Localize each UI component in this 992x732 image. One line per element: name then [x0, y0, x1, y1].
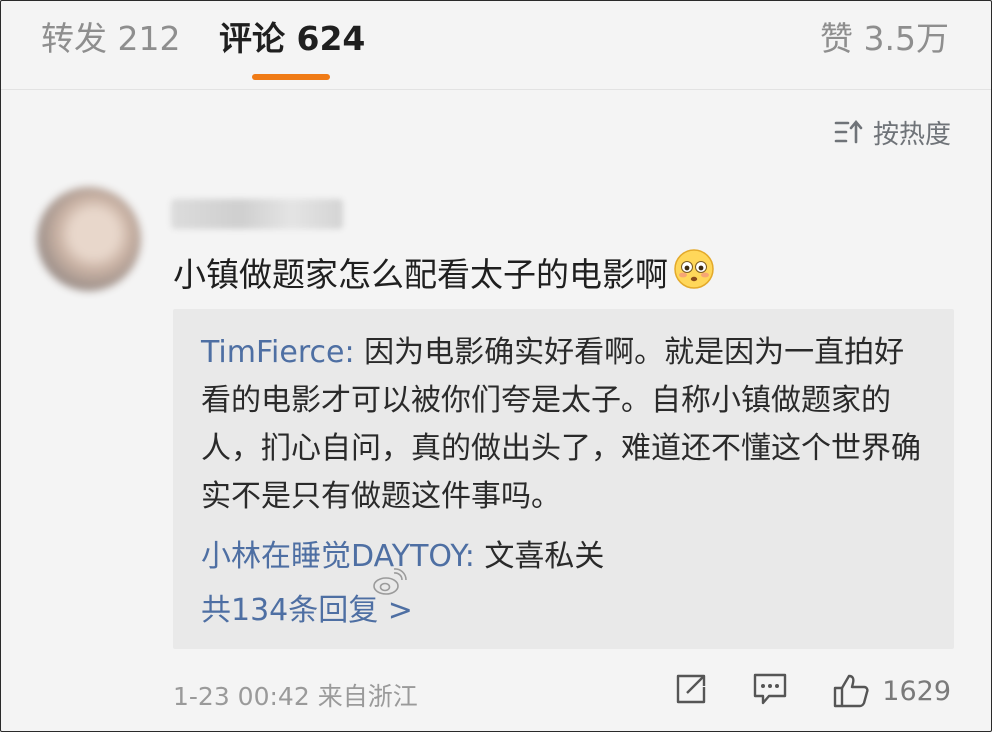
like-button[interactable]: 1629	[832, 673, 951, 709]
weibo-comment-screenshot: 转发 212 评论 624 赞 3.5万 按热度 小镇做题家怎么配看太子的电影啊	[0, 0, 992, 732]
sort-label: 按热度	[872, 119, 951, 150]
tab-divider	[1, 89, 991, 90]
comment-location: 来自浙江	[317, 682, 418, 711]
sort-icon	[834, 119, 863, 144]
comment-text: 小镇做题家怎么配看太子的电影啊	[173, 254, 668, 294]
reply-author-link[interactable]: 小林在睡觉DAYTOY:	[201, 539, 475, 574]
reply-box[interactable]: TimFierce: 因为电影确实好看啊。就是因为一直拍好看的电影才可以被你们夸…	[173, 309, 954, 649]
comment-body: 小镇做题家怎么配看太子的电影啊	[173, 247, 716, 302]
reply-text: 文喜私关	[474, 539, 605, 574]
tab-repost[interactable]: 转发 212	[41, 19, 180, 59]
comment-time: 1-23 00:42	[173, 682, 310, 711]
comment-icon[interactable]	[752, 672, 788, 710]
avatar[interactable]	[37, 187, 141, 291]
comment-meta: 1-23 00:42 来自浙江	[173, 677, 418, 713]
like-count: 1629	[882, 675, 951, 707]
thumbs-up-icon	[834, 674, 869, 708]
reply-author-link[interactable]: TimFierce:	[201, 335, 355, 370]
active-tab-indicator	[252, 74, 330, 80]
view-all-replies-link[interactable]: 共134条回复 >	[201, 587, 413, 635]
flushed-face-emoji	[672, 247, 716, 302]
reply-item: TimFierce: 因为电影确实好看啊。就是因为一直拍好看的电影才可以被你们夸…	[201, 329, 931, 521]
tab-comment[interactable]: 评论 624	[219, 19, 365, 59]
tab-like[interactable]: 赞 3.5万	[820, 19, 949, 59]
share-icon[interactable]	[674, 673, 708, 709]
comment-actions: 1629	[674, 669, 951, 713]
username-blurred[interactable]	[171, 199, 343, 229]
sort-button[interactable]: 按热度	[833, 115, 951, 150]
tab-bar: 转发 212 评论 624 赞 3.5万	[1, 1, 991, 89]
